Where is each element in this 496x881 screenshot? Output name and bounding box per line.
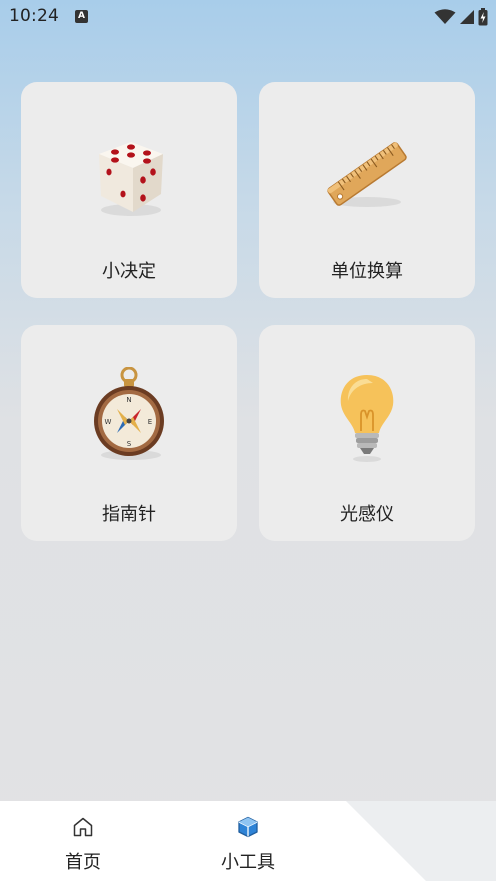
wifi-icon — [434, 9, 456, 24]
compass-icon: N S W E — [94, 367, 164, 460]
tool-card-decision[interactable]: 小决定 — [21, 82, 237, 298]
cube-icon — [238, 816, 258, 838]
nav-item-home[interactable]: 首页 — [23, 801, 143, 881]
nav-label-home: 首页 — [65, 852, 101, 873]
ruler-icon — [327, 142, 407, 207]
tool-label: 小决定 — [102, 261, 156, 282]
tool-card-unit-conversion[interactable]: 单位换算 — [259, 82, 475, 298]
tool-label: 光感仪 — [340, 504, 394, 525]
svg-text:S: S — [127, 440, 132, 448]
status-icons — [434, 8, 488, 26]
home-icon — [73, 817, 93, 837]
battery-charging-icon — [478, 8, 488, 26]
nav-label-tools: 小工具 — [221, 852, 275, 873]
nav-item-tools[interactable]: 小工具 — [188, 801, 308, 881]
bottom-navigation: 首页 小工具 — [0, 801, 496, 881]
dice-icon — [99, 142, 163, 216]
cellular-signal-icon — [460, 10, 474, 24]
corner-shadow — [346, 801, 496, 881]
svg-text:E: E — [148, 418, 152, 426]
tool-card-light-sensor[interactable]: 光感仪 — [259, 325, 475, 541]
notification-icon: A — [75, 10, 88, 23]
status-time: 10:24 — [9, 6, 59, 26]
lightbulb-icon — [340, 375, 394, 462]
tool-label: 单位换算 — [331, 261, 403, 282]
tool-card-compass[interactable]: N S W E 指南针 — [21, 325, 237, 541]
status-bar: 10:24 A — [0, 0, 496, 34]
tool-label: 指南针 — [102, 504, 156, 525]
svg-text:N: N — [126, 396, 131, 404]
svg-text:W: W — [105, 418, 112, 426]
